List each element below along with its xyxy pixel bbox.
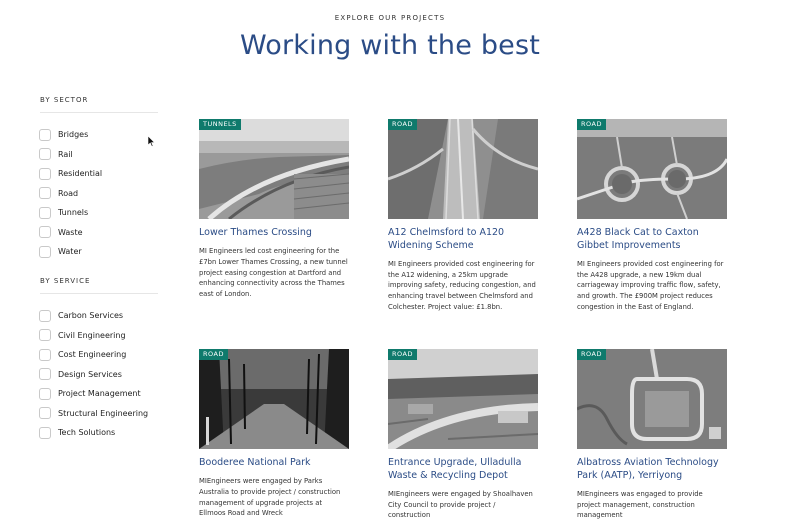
project-card[interactable]: ROAD Booderee National Park MIEngineers … (199, 349, 349, 519)
project-title[interactable]: A428 Black Cat to Caxton Gibbet Improvem… (577, 227, 727, 253)
project-description: MI Engineers provided cost engineering f… (577, 259, 724, 312)
checkbox[interactable] (39, 187, 51, 200)
mouse-cursor-icon (148, 136, 156, 147)
checkbox[interactable] (39, 348, 51, 361)
sector-filter-heading: BY SECTOR (40, 96, 89, 104)
aerial-photo-image (577, 119, 727, 219)
checkbox[interactable] (39, 368, 51, 381)
project-card[interactable]: ROAD Entrance Upgrade, Ulladulla Waste &… (388, 349, 538, 521)
checkbox[interactable] (39, 387, 51, 400)
service-filter-list: Carbon Services Civil Engineering Cost E… (39, 306, 148, 443)
project-title[interactable]: Lower Thames Crossing (199, 227, 349, 240)
project-description: MIEngineers were engaged by Parks Austra… (199, 476, 341, 518)
sector-badge: ROAD (199, 349, 228, 360)
filter-service-cost[interactable]: Cost Engineering (39, 345, 148, 365)
aerial-photo-image (199, 119, 349, 219)
project-image[interactable]: ROAD (577, 349, 727, 449)
filter-sector-rail[interactable]: Rail (39, 145, 102, 165)
forest-road-image (199, 349, 349, 449)
project-title[interactable]: Entrance Upgrade, Ulladulla Waste & Recy… (388, 457, 538, 483)
sector-badge: ROAD (388, 119, 417, 130)
project-image[interactable]: ROAD (577, 119, 727, 219)
project-description: MI Engineers provided cost engineering f… (388, 259, 536, 312)
filter-label: Road (58, 188, 79, 198)
filter-label: Tunnels (58, 208, 89, 218)
project-image[interactable]: ROAD (199, 349, 349, 449)
filter-sector-tunnels[interactable]: Tunnels (39, 203, 102, 223)
checkbox[interactable] (39, 309, 51, 322)
aerial-photo-image (577, 349, 727, 449)
aerial-photo-image (388, 119, 538, 219)
checkbox[interactable] (39, 148, 51, 161)
sector-filter-list: Bridges Rail Residential Road Tunnels Wa… (39, 125, 102, 262)
filter-service-design[interactable]: Design Services (39, 365, 148, 385)
filter-label: Residential (58, 169, 103, 179)
project-image[interactable]: ROAD (388, 349, 538, 449)
filter-label: Design Services (58, 369, 122, 379)
checkbox[interactable] (39, 167, 51, 180)
sector-divider (40, 112, 158, 113)
service-filter-heading: BY SERVICE (40, 277, 91, 285)
filter-sector-bridges[interactable]: Bridges (39, 125, 102, 145)
filter-label: Rail (58, 149, 73, 159)
project-card[interactable]: ROAD A12 Chelmsford to A120 Widening Sch… (388, 119, 538, 313)
filter-label: Waste (58, 227, 83, 237)
filter-service-project-management[interactable]: Project Management (39, 384, 148, 404)
checkbox[interactable] (39, 226, 51, 239)
sector-badge: TUNNELS (199, 119, 241, 130)
filter-label: Bridges (58, 130, 89, 140)
checkbox[interactable] (39, 206, 51, 219)
project-image[interactable]: ROAD (388, 119, 538, 219)
project-card[interactable]: ROAD Albatross Aviation Technology Park … (577, 349, 727, 521)
filter-service-carbon[interactable]: Carbon Services (39, 306, 148, 326)
filter-label: Carbon Services (58, 311, 124, 321)
sector-badge: ROAD (577, 349, 606, 360)
project-title[interactable]: Albatross Aviation Technology Park (AATP… (577, 457, 727, 483)
checkbox[interactable] (39, 128, 51, 141)
project-title[interactable]: A12 Chelmsford to A120 Widening Scheme (388, 227, 538, 253)
sector-badge: ROAD (388, 349, 417, 360)
aerial-photo-image (388, 349, 538, 449)
project-description: MI Engineers led cost engineering for th… (199, 246, 348, 299)
filter-service-structural[interactable]: Structural Engineering (39, 404, 148, 424)
filter-sector-water[interactable]: Water (39, 242, 102, 262)
filter-service-civil[interactable]: Civil Engineering (39, 326, 148, 346)
filter-label: Tech Solutions (58, 428, 116, 438)
project-image[interactable]: TUNNELS (199, 119, 349, 219)
page-eyebrow: EXPLORE OUR PROJECTS (334, 14, 446, 22)
checkbox[interactable] (39, 245, 51, 258)
checkbox[interactable] (39, 407, 51, 420)
page-title: Working with the best (239, 30, 541, 61)
checkbox[interactable] (39, 329, 51, 342)
filter-label: Water (58, 247, 82, 257)
sector-badge: ROAD (577, 119, 606, 130)
checkbox[interactable] (39, 426, 51, 439)
filter-sector-road[interactable]: Road (39, 184, 102, 204)
project-card[interactable]: ROAD A428 Black Cat to Caxton Gibbet Imp… (577, 119, 727, 313)
filter-label: Cost Engineering (58, 350, 127, 360)
service-divider (40, 293, 158, 294)
project-title[interactable]: Booderee National Park (199, 457, 349, 470)
filter-sector-waste[interactable]: Waste (39, 223, 102, 243)
filter-label: Project Management (58, 389, 141, 399)
filter-sector-residential[interactable]: Residential (39, 164, 102, 184)
project-card[interactable]: TUNNELS Lower Thames Crossing MI Enginee… (199, 119, 349, 300)
filter-service-tech[interactable]: Tech Solutions (39, 423, 148, 443)
filter-label: Structural Engineering (58, 408, 149, 418)
filter-label: Civil Engineering (58, 330, 126, 340)
